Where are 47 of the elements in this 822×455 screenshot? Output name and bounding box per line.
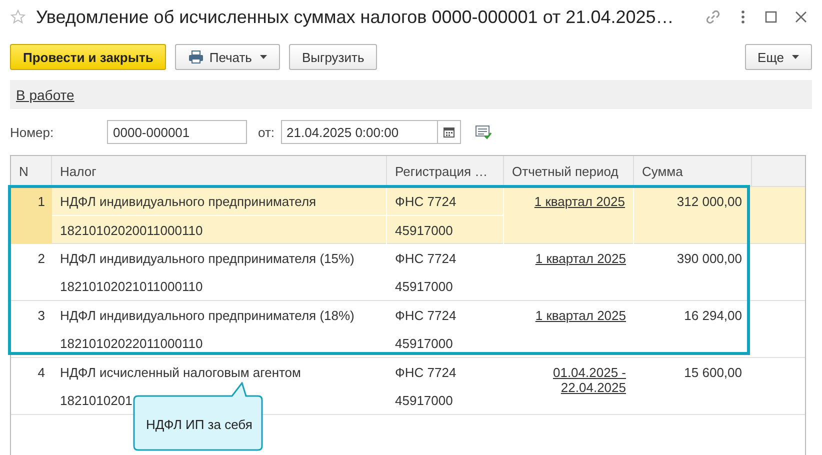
row-number: 4 — [38, 365, 45, 380]
table-cell-text: 18210102020011000110 — [59, 222, 204, 240]
column-header[interactable]: Регистрация … — [387, 156, 504, 186]
table-row[interactable]: 2 НДФЛ индивидуального предпринимателя (15%) 18210102021011000110 ФНС 7724 45917000 1 квартал 2025 390 000,00 — [11, 244, 805, 301]
column-header[interactable]: Налог — [52, 156, 387, 186]
table-cell: 15 600,00 — [684, 365, 742, 380]
export-button[interactable]: Выгрузить — [288, 44, 378, 70]
table-cell-text: 18210102022011000110 — [59, 334, 204, 352]
period-link[interactable]: 1 квартал 2025 — [532, 308, 626, 323]
row-number: 3 — [38, 308, 45, 323]
print-button[interactable]: Печать — [175, 44, 280, 70]
post-and-close-button[interactable]: Провести и закрыть — [10, 44, 166, 70]
row-number: 1 — [38, 194, 45, 209]
table-row[interactable]: 3 НДФЛ индивидуального предпринимателя (18%) 18210102022011000110 ФНС 7724 45917000 1 квартал 2025 16 294,00 — [11, 301, 805, 358]
table-cell: 390 000,00 — [676, 251, 742, 266]
column-header[interactable]: Сумма — [634, 156, 752, 186]
callout-text: НДФЛ ИП за себя — [146, 417, 252, 432]
window-title: Уведомление об исчисленных суммах налогов 0000-000001 от 21.04.2025… — [36, 6, 675, 28]
table-cell-text: НДФЛ исчисленный налоговым агентом — [59, 364, 302, 382]
number-label: Номер: — [10, 124, 55, 140]
period-link[interactable]: 01.04.2025 - 22.04.2025 — [532, 365, 626, 395]
period-link[interactable]: 1 квартал 2025 — [532, 251, 626, 266]
table-cell: ФНС 7724 — [387, 187, 503, 216]
table-cell-text: 1821010201 — [59, 392, 134, 410]
table-cell-text: 18210102021011000110 — [59, 278, 204, 296]
column-header[interactable]: N — [11, 156, 52, 186]
table-cell-text: ФНС 7724 — [394, 364, 458, 382]
table-cell-text: 45917000 — [394, 222, 454, 240]
table-cell-text: ФНС 7724 — [394, 250, 458, 268]
table-row[interactable]: 1 НДФЛ индивидуального предпринимателя 18210102020011000110 ФНС 7724 45917000 1 квартал 2025 312 000,00 — [11, 187, 805, 244]
more-button[interactable]: Еще — [744, 44, 812, 70]
period-link[interactable]: 1 квартал 2025 — [531, 194, 625, 209]
table-cell-text: 45917000 — [394, 334, 454, 352]
row-number: 2 — [38, 251, 45, 266]
table-cell: 16 294,00 — [684, 308, 742, 323]
number-field[interactable]: 0000-000001 — [107, 120, 247, 144]
table-cell: 312 000,00 — [676, 194, 742, 209]
column-header[interactable]: Отчетный период — [504, 156, 634, 186]
status-link[interactable]: В работе — [16, 86, 74, 102]
date-label: от: — [258, 124, 275, 140]
table-cell-text: НДФЛ индивидуального предпринимателя (18%) — [59, 306, 356, 325]
date-field[interactable]: 21.04.2025 0:00:00 — [280, 120, 461, 144]
table-cell-text: ФНС 7724 — [394, 306, 458, 324]
table-cell-text: 45917000 — [394, 278, 454, 296]
table-cell: НДФЛ индивидуального предпринимателя — [52, 187, 386, 216]
table-cell-text: 45917000 — [394, 392, 454, 410]
table-cell-text: НДФЛ индивидуального предпринимателя (15%) — [59, 250, 356, 268]
